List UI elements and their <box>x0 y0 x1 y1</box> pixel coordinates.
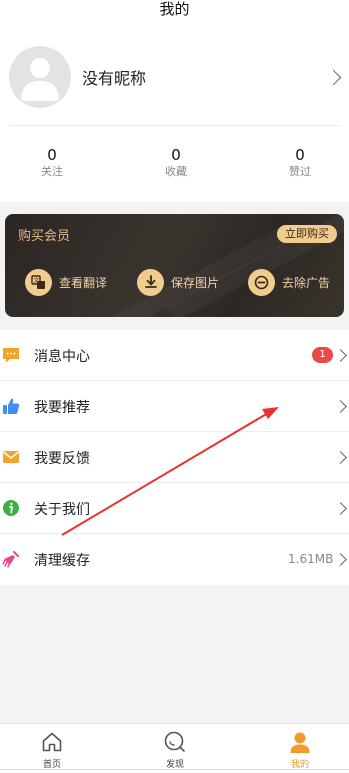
vip-feature-translate[interactable]: 文 查看翻译 <box>25 267 107 297</box>
chevron-right-icon <box>334 349 347 362</box>
chevron-right-icon[interactable] <box>325 69 342 86</box>
nickname[interactable]: 没有昵称 <box>82 65 146 89</box>
chevron-right-icon <box>334 451 347 464</box>
stat-following[interactable]: 0 关注 <box>12 146 92 180</box>
vip-feature-label: 保存图片 <box>171 275 220 290</box>
avatar-head-shape <box>30 58 50 78</box>
home-icon <box>40 730 64 754</box>
menu-item-label: 消息中心 <box>34 349 90 365</box>
menu-item-label: 我要反馈 <box>34 451 90 467</box>
vip-feature-label: 去除广告 <box>282 275 331 290</box>
stat-liked-count: 0 <box>295 146 305 164</box>
message-icon <box>2 346 20 364</box>
cache-size: 1.61MB <box>288 552 334 566</box>
unread-badge: 1 <box>312 347 333 363</box>
vip-feature-remove-ads[interactable]: 去除广告 <box>248 267 330 297</box>
home-indicator-line <box>0 769 349 770</box>
menu-item-label: 清理缓存 <box>34 553 90 569</box>
stat-favorites-count: 0 <box>171 146 181 164</box>
chevron-right-icon <box>334 553 347 566</box>
avatar[interactable] <box>9 46 71 108</box>
bottom-tab-bar: 首页 发现 我的 <box>0 723 349 773</box>
menu-list: 消息中心 1 我要推荐 我要反馈 关于我们 清理缓存 1.61MB <box>0 330 349 585</box>
chevron-right-icon <box>334 400 347 413</box>
envelope-icon <box>2 448 20 466</box>
menu-item-label: 关于我们 <box>34 502 90 518</box>
vip-feature-save-image[interactable]: 保存图片 <box>137 267 219 297</box>
page-title: 我的 <box>159 0 190 18</box>
profile-icon <box>288 730 312 754</box>
top-bar: 我的 <box>0 0 349 28</box>
menu-item-about-us[interactable]: 关于我们 <box>0 483 349 534</box>
vip-feature-label: 查看翻译 <box>59 275 108 290</box>
divider <box>9 125 340 126</box>
menu-item-recommend[interactable]: 我要推荐 <box>0 381 349 432</box>
stat-favorites[interactable]: 0 收藏 <box>136 146 216 180</box>
vip-card[interactable]: 购买会员 立即购买 文 查看翻译 保存图片 去除广告 <box>5 214 344 317</box>
tab-home[interactable]: 首页 <box>12 724 92 773</box>
buy-now-button[interactable]: 立即购买 <box>277 225 337 243</box>
stat-following-label: 关注 <box>41 165 63 178</box>
tab-profile[interactable]: 我的 <box>260 724 340 773</box>
info-icon <box>2 499 20 517</box>
profile-card: 没有昵称 0 关注 0 收藏 0 赞过 <box>0 28 349 202</box>
avatar-body-shape <box>21 81 59 101</box>
stat-liked-label: 赞过 <box>289 165 311 178</box>
broom-icon <box>2 550 20 568</box>
menu-item-clear-cache[interactable]: 清理缓存 1.61MB <box>0 534 349 585</box>
stat-favorites-label: 收藏 <box>165 165 187 178</box>
download-icon <box>137 268 164 296</box>
thumbs-up-icon <box>2 397 20 415</box>
tab-discover[interactable]: 发现 <box>135 724 215 773</box>
stat-following-count: 0 <box>47 146 57 164</box>
vip-title: 购买会员 <box>18 229 71 244</box>
menu-item-label: 我要推荐 <box>34 400 90 416</box>
discover-icon <box>163 730 187 754</box>
menu-item-feedback[interactable]: 我要反馈 <box>0 432 349 483</box>
translate-icon: 文 <box>25 268 52 296</box>
stat-liked[interactable]: 0 赞过 <box>260 146 340 180</box>
chevron-right-icon <box>334 502 347 515</box>
menu-item-message-center[interactable]: 消息中心 1 <box>0 330 349 381</box>
svg-text:文: 文 <box>33 276 39 284</box>
no-ads-icon <box>248 268 275 296</box>
